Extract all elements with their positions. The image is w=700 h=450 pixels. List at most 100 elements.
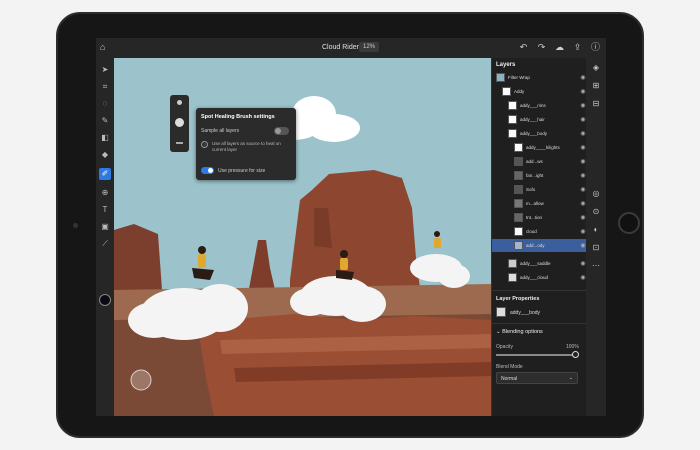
layer-row[interactable]: addy___hair ◉: [492, 113, 587, 126]
clone-icon[interactable]: ⊕: [99, 187, 111, 199]
layer-row[interactable]: addy___rims ◉: [492, 99, 587, 112]
color-well[interactable]: [99, 294, 111, 306]
hint-text: Use all layers as source to heal on curr…: [212, 141, 281, 152]
layer-row[interactable]: addy____hilights ◉: [492, 141, 587, 154]
layer-thumbnail: [514, 241, 523, 250]
canvas[interactable]: Spot Healing Brush settings Sample all l…: [114, 58, 491, 416]
camera-icon: [73, 223, 78, 228]
layer-row[interactable]: addy___saddle ◉: [492, 257, 587, 270]
visibility-icon[interactable]: ◎: [590, 188, 602, 200]
layers-panel: Layers Filter Wrap ◉ Addy ◉ addy___rims …: [491, 58, 587, 416]
layer-name: addy___saddle: [520, 261, 551, 266]
home-button[interactable]: [618, 212, 640, 234]
zoom-level[interactable]: 12%: [359, 42, 380, 52]
layer-properties-name: addy___body: [510, 310, 541, 316]
app-screen: ⌂ Cloud Riders 12% ↶ ↷ ☁ ⇪ ⓘ ➤ ⌗ ◌ ✎ ◧ ◆…: [96, 38, 606, 416]
undo-icon[interactable]: ↶: [518, 42, 529, 53]
help-icon[interactable]: ⓘ: [590, 42, 601, 53]
brush-size-handle[interactable]: [175, 118, 184, 127]
layer-thumbnail: [514, 157, 523, 166]
layers-icon[interactable]: ◈: [590, 62, 602, 74]
layer-name: add...ody: [526, 243, 545, 248]
layer-name: tnt...tion: [526, 215, 543, 220]
layer-row[interactable]: cloud ◉: [492, 225, 587, 238]
layer-name: cloud: [526, 229, 537, 234]
opacity-slider-track[interactable]: [496, 354, 576, 356]
image-icon[interactable]: ▣: [99, 221, 111, 233]
eyedropper-icon[interactable]: ⟋: [99, 238, 111, 250]
popup-title: Spot Healing Brush settings: [201, 114, 275, 120]
spot-healing-settings-popup: Spot Healing Brush settings Sample all l…: [196, 108, 296, 180]
mask-icon[interactable]: ◐: [590, 224, 602, 236]
layer-name: addy___cloud: [520, 275, 549, 280]
layer-thumbnail: [496, 73, 505, 82]
opacity-value: 100%: [566, 344, 579, 350]
layer-name: m...allow: [526, 201, 544, 206]
crop-icon[interactable]: ⌗: [99, 81, 111, 93]
layer-row[interactable]: Sofo ◉: [492, 183, 587, 196]
paint-bucket-icon[interactable]: ◆: [99, 149, 111, 161]
blending-options-header[interactable]: ⌄ Blending options: [496, 329, 543, 335]
healing-brush-icon[interactable]: ✐: [99, 168, 111, 180]
layer-properties-title: Layer Properties: [496, 296, 540, 302]
adjust-icon[interactable]: ⊟: [590, 98, 602, 110]
layer-properties-thumbnail: [496, 307, 506, 317]
layer-thumbnail: [514, 171, 523, 180]
layer-thumbnail: [508, 129, 517, 138]
layer-row-selected[interactable]: add...ody ◉: [492, 239, 587, 252]
left-toolbar: ➤ ⌗ ◌ ✎ ◧ ◆ ✐ ⊕ T ▣ ⟋: [96, 58, 114, 416]
opacity-slider-handle[interactable]: [572, 351, 579, 358]
layer-row[interactable]: add...ws ◉: [492, 155, 587, 168]
blending-options-title: Blending options: [502, 329, 543, 335]
layer-name: Addy: [514, 89, 525, 94]
document-title: Cloud Riders: [322, 44, 363, 51]
blend-mode-select[interactable]: Normal ⌄: [496, 372, 578, 384]
layer-row[interactable]: Filter Wrap ◉: [492, 71, 587, 84]
right-toolbar: ◈ ⊞ ⊟ ◎ ⊙ ◐ ⊡ ⋯: [586, 58, 606, 416]
link-icon[interactable]: ⊙: [590, 206, 602, 218]
layer-name: addy____hilights: [526, 145, 560, 150]
layer-row[interactable]: addy___cloud ◉: [492, 271, 587, 284]
eraser-icon[interactable]: ◧: [99, 132, 111, 144]
sample-all-label: Sample all layers: [201, 128, 240, 134]
brush-size-slider[interactable]: [170, 95, 189, 152]
brush-icon[interactable]: ✎: [99, 115, 111, 127]
layer-name: add...ws: [526, 159, 543, 164]
layer-thumbnail: [514, 185, 523, 194]
sample-all-toggle[interactable]: [274, 127, 289, 135]
layer-name: fan...ight: [526, 173, 544, 178]
redo-icon[interactable]: ↷: [536, 42, 547, 53]
layer-thumbnail: [502, 87, 511, 96]
layer-name: addy___body: [520, 131, 548, 136]
layer-thumbnail: [508, 273, 517, 282]
divider: [492, 323, 587, 324]
layer-row[interactable]: fan...ight ◉: [492, 169, 587, 182]
move-icon[interactable]: ➤: [99, 64, 111, 76]
layer-row[interactable]: tnt...tion ◉: [492, 211, 587, 224]
layer-name: addy___hair: [520, 117, 545, 122]
lasso-icon[interactable]: ◌: [99, 98, 111, 110]
opacity-label: Opacity: [496, 344, 513, 350]
layer-row[interactable]: m...allow ◉: [492, 197, 587, 210]
layer-thumbnail: [514, 213, 523, 222]
layer-row[interactable]: Addy ◉: [492, 85, 587, 98]
pressure-toggle[interactable]: [201, 167, 214, 174]
cloud-icon[interactable]: ☁: [554, 42, 565, 53]
type-icon[interactable]: T: [99, 204, 111, 216]
fx-icon[interactable]: ⊡: [590, 242, 602, 254]
more-icon[interactable]: ⋯: [590, 260, 602, 272]
brush-size-small-icon: [177, 100, 182, 105]
layers-title: Layers: [496, 62, 516, 68]
layer-name: Filter Wrap: [508, 75, 530, 80]
pressure-label: Use pressure for size: [218, 168, 266, 174]
home-icon[interactable]: ⌂: [100, 42, 110, 52]
chevron-down-icon: ⌄: [568, 375, 573, 381]
blend-mode-label: Blend Mode: [496, 364, 523, 370]
brush-hardness-icon: [176, 142, 183, 144]
layer-row[interactable]: addy___body ◉: [492, 127, 587, 140]
info-icon: ?: [201, 141, 208, 148]
share-icon[interactable]: ⇪: [572, 42, 583, 53]
divider: [492, 290, 587, 291]
layer-name: addy___rims: [520, 103, 546, 108]
add-layer-icon[interactable]: ⊞: [590, 80, 602, 92]
